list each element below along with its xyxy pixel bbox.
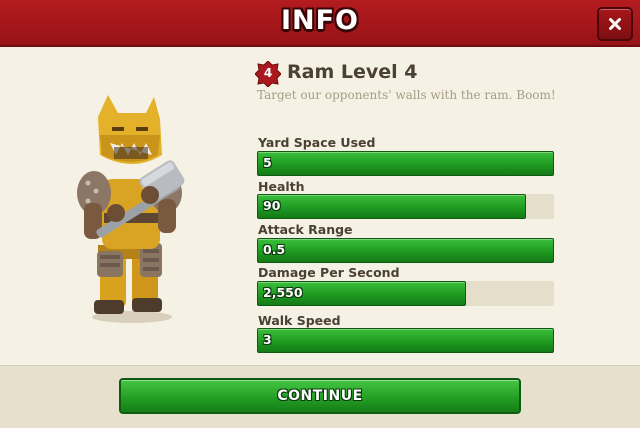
stat-value: 0.5: [263, 242, 286, 257]
stat-value: 2,550: [263, 285, 303, 300]
stat-bar-track: 2,550: [257, 281, 554, 306]
stat-bar-fill: [257, 194, 526, 219]
stat-value: 5: [263, 155, 272, 170]
continue-button[interactable]: CONTINUE: [119, 378, 521, 414]
level-badge: [255, 61, 281, 87]
unit-title: Ram Level 4: [287, 61, 418, 83]
stat-value: 90: [263, 198, 281, 213]
stat-bar-fill: [257, 328, 554, 353]
stat-label: Damage Per Second: [258, 265, 400, 280]
stat-label: Walk Speed: [258, 313, 341, 328]
stat-label: Attack Range: [258, 222, 353, 237]
close-button[interactable]: [597, 7, 633, 41]
close-icon: [609, 18, 621, 30]
stat-bar-track: 3: [257, 328, 554, 353]
header-bar: INFO: [0, 0, 640, 47]
stat-bar-track: 5: [257, 151, 554, 176]
unit-portrait: [77, 95, 185, 323]
page-title: INFO: [280, 5, 360, 36]
stat-label: Health: [258, 179, 305, 194]
unit-description: Target our opponents' walls with the ram…: [257, 88, 556, 102]
stat-bar-track: 0.5: [257, 238, 554, 263]
stat-bar-track: 90: [257, 194, 554, 219]
stat-bar-fill: [257, 238, 554, 263]
continue-label: CONTINUE: [277, 388, 363, 404]
stat-value: 3: [263, 332, 272, 347]
stat-bar-fill: [257, 151, 554, 176]
stat-label: Yard Space Used: [258, 135, 376, 150]
